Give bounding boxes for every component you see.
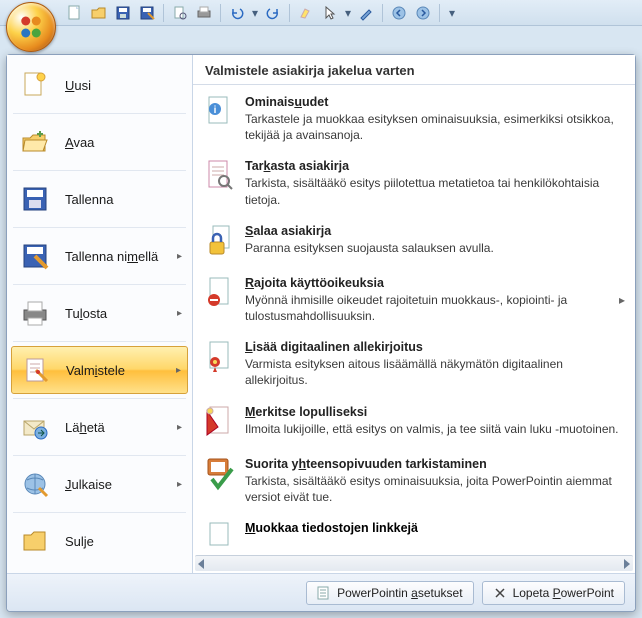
chevron-right-icon: ▸	[177, 422, 182, 433]
opt-title: Suorita yhteensopivuuden tarkistaminen	[245, 457, 625, 473]
opt-title: Rajoita käyttöoikeuksia	[245, 276, 609, 292]
save-disk-icon	[19, 183, 51, 215]
chevron-right-icon: ▸	[176, 365, 181, 376]
horizontal-scrollbar[interactable]	[195, 555, 633, 571]
opt-title: Ominaisuudet	[245, 95, 625, 111]
open-folder-icon	[19, 126, 51, 158]
opt-encrypt[interactable]: Salaa asiakirja Paranna esityksen suojau…	[193, 218, 635, 270]
printer-icon	[19, 297, 51, 329]
edit-links-icon	[203, 521, 235, 547]
opt-inspect[interactable]: Tarkasta asiakirja Tarkista, sisältääkö …	[193, 153, 635, 217]
quick-access-toolbar: ▾ ▾ ▾	[0, 0, 642, 26]
opt-edit-links[interactable]: Muokkaa tiedostojen linkkejä	[193, 515, 635, 553]
opt-desc: Paranna esityksen suojausta salauksen av…	[245, 240, 625, 256]
open-icon[interactable]	[88, 2, 110, 24]
menu-open-label: Avaa	[65, 135, 94, 150]
save-as-disk-icon	[19, 240, 51, 272]
opt-desc: Ilmoita lukijoille, että esitys on valmi…	[245, 421, 625, 437]
pointer-icon[interactable]	[319, 2, 341, 24]
compatibility-icon	[203, 457, 235, 493]
restrict-icon	[203, 276, 235, 312]
new-icon[interactable]	[64, 2, 86, 24]
opt-desc: Tarkastele ja muokkaa esityksen ominaisu…	[245, 111, 625, 143]
menu-right-column: Valmistele asiakirja jakelua varten i Om…	[193, 55, 635, 573]
svg-text:i: i	[214, 105, 217, 116]
menu-new[interactable]: Uusi	[11, 61, 188, 109]
opt-signature[interactable]: Lisää digitaalinen allekirjoitus Varmist…	[193, 334, 635, 398]
quick-print-icon[interactable]	[193, 2, 215, 24]
menu-send[interactable]: Lähetä ▸	[11, 403, 188, 451]
lock-icon	[203, 224, 235, 260]
signature-icon	[203, 340, 235, 376]
menu-new-label: Uusi	[65, 78, 91, 93]
prepare-icon	[20, 354, 52, 386]
menu-left-column: Uusi Avaa Tallenna Tallenna nimellä ▸ Tu	[7, 55, 193, 573]
menu-save-label: Tallenna	[65, 192, 113, 207]
save-icon[interactable]	[112, 2, 134, 24]
mark-final-icon	[203, 405, 235, 441]
menu-prepare[interactable]: Valmistele ▸	[11, 346, 188, 394]
publish-icon	[19, 468, 51, 500]
opt-compatibility[interactable]: Suorita yhteensopivuuden tarkistaminen T…	[193, 451, 635, 515]
pointer-dropdown-icon[interactable]: ▾	[343, 2, 353, 24]
globe-forward-icon[interactable]	[412, 2, 434, 24]
menu-prepare-label: Valmistele	[66, 363, 125, 378]
chevron-right-icon: ▸	[177, 479, 182, 490]
menu-save-as-label: Tallenna nimellä	[65, 249, 158, 264]
opt-desc: Varmista esityksen aitous lisäämällä näk…	[245, 356, 625, 388]
office-button[interactable]	[6, 2, 56, 52]
opt-desc: Myönnä ihmisille oikeudet rajoitetuin mu…	[245, 292, 609, 324]
chevron-right-icon: ▸	[177, 251, 182, 262]
menu-close-label: Sulje	[65, 534, 94, 549]
exit-label: Lopeta PowerPoint	[513, 586, 614, 600]
menu-save[interactable]: Tallenna	[11, 175, 188, 223]
opt-title: Lisää digitaalinen allekirjoitus	[245, 340, 625, 356]
opt-title: Tarkasta asiakirja	[245, 159, 625, 175]
opt-title: Salaa asiakirja	[245, 224, 625, 240]
menu-publish[interactable]: Julkaise ▸	[11, 460, 188, 508]
chevron-right-icon: ▸	[177, 308, 182, 319]
menu-print-label: Tulosta	[65, 306, 107, 321]
menu-print[interactable]: Tulosta ▸	[11, 289, 188, 337]
close-folder-icon	[19, 525, 51, 557]
pen-icon[interactable]	[355, 2, 377, 24]
opt-title: Merkitse lopulliseksi	[245, 405, 625, 421]
save-as-icon[interactable]	[136, 2, 158, 24]
send-icon	[19, 411, 51, 443]
powerpoint-options-button[interactable]: PowerPointin asetukset	[306, 581, 473, 605]
menu-open[interactable]: Avaa	[11, 118, 188, 166]
close-icon	[493, 586, 507, 600]
options-label: PowerPointin asetukset	[337, 586, 462, 600]
opt-restrict[interactable]: Rajoita käyttöoikeuksia Myönnä ihmisille…	[193, 270, 635, 334]
menu-footer: PowerPointin asetukset Lopeta PowerPoint	[7, 573, 635, 611]
redo-icon[interactable]	[262, 2, 284, 24]
office-menu: Uusi Avaa Tallenna Tallenna nimellä ▸ Tu	[6, 54, 636, 612]
opt-desc: Tarkista, sisältääkö esitys ominaisuuksi…	[245, 473, 625, 505]
menu-save-as[interactable]: Tallenna nimellä ▸	[11, 232, 188, 280]
inspect-icon	[203, 159, 235, 195]
menu-send-label: Lähetä	[65, 420, 105, 435]
opt-title: Muokkaa tiedostojen linkkejä	[245, 521, 418, 547]
prepare-options-list: i Ominaisuudet Tarkastele ja muokkaa esi…	[193, 85, 635, 555]
new-doc-icon	[19, 69, 51, 101]
menu-publish-label: Julkaise	[65, 477, 112, 492]
globe-back-icon[interactable]	[388, 2, 410, 24]
highlight-icon[interactable]	[295, 2, 317, 24]
menu-close[interactable]: Sulje	[11, 517, 188, 565]
customize-qat-icon[interactable]: ▾	[445, 2, 459, 24]
opt-mark-final[interactable]: Merkitse lopulliseksi Ilmoita lukijoille…	[193, 399, 635, 451]
prepare-header: Valmistele asiakirja jakelua varten	[193, 55, 635, 85]
exit-powerpoint-button[interactable]: Lopeta PowerPoint	[482, 581, 625, 605]
undo-dropdown-icon[interactable]: ▾	[250, 2, 260, 24]
properties-icon: i	[203, 95, 235, 131]
chevron-right-icon: ▸	[619, 293, 625, 307]
opt-desc: Tarkista, sisältääkö esitys piilotettua …	[245, 175, 625, 207]
print-preview-icon[interactable]	[169, 2, 191, 24]
opt-properties[interactable]: i Ominaisuudet Tarkastele ja muokkaa esi…	[193, 89, 635, 153]
undo-icon[interactable]	[226, 2, 248, 24]
options-icon	[317, 586, 331, 600]
